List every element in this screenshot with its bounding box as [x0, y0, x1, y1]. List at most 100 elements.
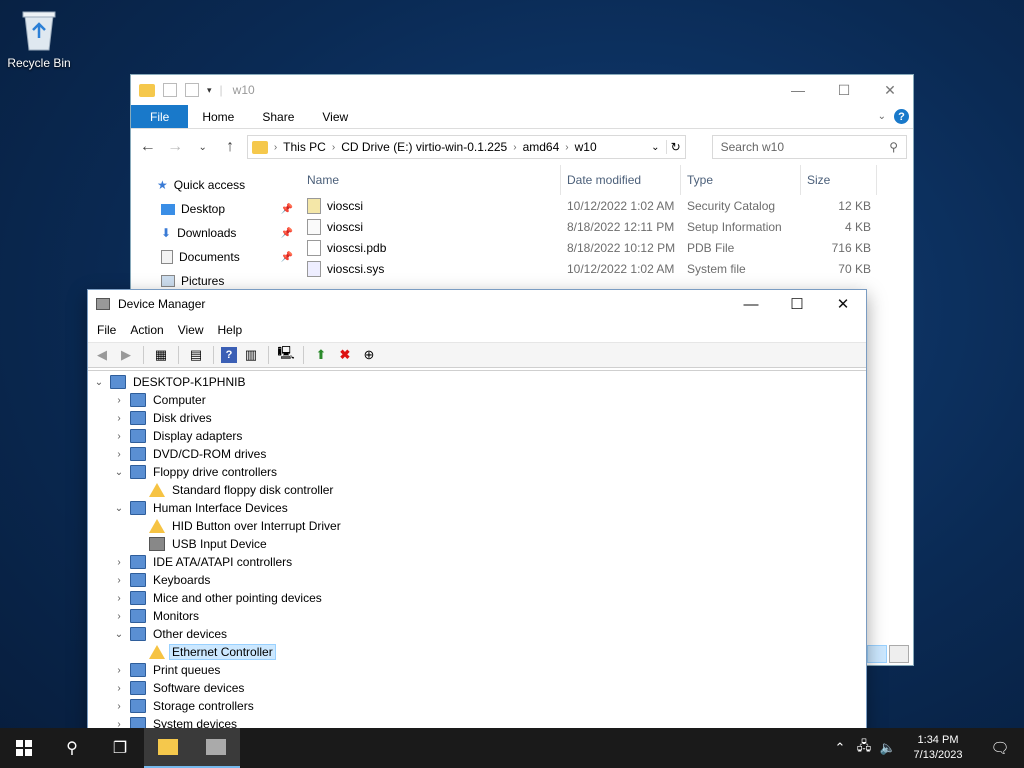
chevron-down-icon[interactable]: ⌄: [112, 467, 126, 478]
address-bar[interactable]: › This PC › CD Drive (E:) virtio-win-0.1…: [246, 135, 686, 159]
close-icon[interactable]: ✕: [820, 290, 866, 318]
volume-icon[interactable]: 🔈: [876, 740, 900, 756]
recycle-bin[interactable]: Recycle Bin: [6, 8, 72, 70]
search-input[interactable]: Search w10 ⚲: [711, 135, 908, 159]
chevron-right-icon[interactable]: ›: [112, 701, 126, 712]
network-icon[interactable]: 🖧: [852, 737, 876, 759]
clock[interactable]: 1:34 PM 7/13/2023: [900, 733, 976, 763]
tab-view[interactable]: View: [308, 105, 362, 128]
tree-root[interactable]: ⌄ DESKTOP-K1PHNIB: [88, 373, 866, 391]
chevron-right-icon[interactable]: ›: [112, 413, 126, 424]
tree-category[interactable]: › Display adapters: [88, 427, 866, 445]
tree-category[interactable]: › Disk drives: [88, 409, 866, 427]
column-name[interactable]: Name: [301, 165, 561, 195]
breadcrumb-w10[interactable]: w10: [575, 140, 597, 154]
device-manager-window[interactable]: Device Manager — ☐ ✕ File Action View He…: [87, 289, 867, 739]
show-hide-action-pane-icon[interactable]: ▥: [241, 345, 261, 365]
chevron-right-icon[interactable]: ›: [112, 575, 126, 586]
chevron-right-icon[interactable]: ›: [112, 683, 126, 694]
forward-icon[interactable]: →: [164, 138, 185, 156]
properties-icon[interactable]: [163, 83, 177, 97]
tree-category[interactable]: › Print queues: [88, 661, 866, 679]
expand-ribbon-icon[interactable]: ⌄: [878, 111, 886, 122]
chevron-right-icon[interactable]: ›: [112, 611, 126, 622]
help-icon[interactable]: ?: [894, 109, 909, 124]
tree-category[interactable]: ⌄ Human Interface Devices: [88, 499, 866, 517]
column-type[interactable]: Type: [681, 165, 801, 195]
recent-locations-icon[interactable]: ⌄: [192, 142, 213, 153]
nav-quick-access[interactable]: ★ Quick access: [131, 173, 301, 197]
file-row[interactable]: vioscsi.sys 10/12/2022 1:02 AM System fi…: [301, 258, 913, 279]
view-toggle-tiles-icon[interactable]: [889, 645, 909, 663]
properties-icon[interactable]: ▤: [186, 345, 206, 365]
task-view-button[interactable]: ❐: [96, 728, 144, 768]
chevron-right-icon[interactable]: ›: [112, 431, 126, 442]
show-hidden-icons-icon[interactable]: ⌃: [828, 740, 852, 756]
tree-device[interactable]: Ethernet Controller: [88, 643, 866, 661]
new-folder-icon[interactable]: [185, 83, 199, 97]
chevron-down-icon[interactable]: ⌄: [92, 377, 106, 388]
chevron-right-icon[interactable]: ›: [112, 449, 126, 460]
help-icon[interactable]: ?: [221, 347, 237, 363]
show-hide-console-tree-icon[interactable]: ▦: [151, 345, 171, 365]
quick-access-dropdown-icon[interactable]: ▾: [207, 85, 212, 96]
forward-icon[interactable]: ▶: [116, 345, 136, 365]
taskbar-file-explorer[interactable]: [144, 728, 192, 768]
search-button[interactable]: ⚲: [48, 728, 96, 768]
uninstall-device-icon[interactable]: ✖: [335, 345, 355, 365]
back-icon[interactable]: ←: [137, 138, 158, 156]
column-date-modified[interactable]: Date modified: [561, 165, 681, 195]
chevron-right-icon[interactable]: ›: [112, 665, 126, 676]
tree-device[interactable]: USB Input Device: [88, 535, 866, 553]
file-row[interactable]: vioscsi 10/12/2022 1:02 AM Security Cata…: [301, 195, 913, 216]
tab-home[interactable]: Home: [188, 105, 248, 128]
breadcrumb-this-pc[interactable]: This PC: [283, 140, 326, 154]
menu-view[interactable]: View: [171, 323, 211, 337]
nav-documents[interactable]: Documents 📌: [131, 245, 301, 269]
breadcrumb-cd-drive[interactable]: CD Drive (E:) virtio-win-0.1.225: [341, 140, 507, 154]
nav-desktop[interactable]: Desktop 📌: [131, 197, 301, 221]
tree-category[interactable]: › Software devices: [88, 679, 866, 697]
chevron-down-icon[interactable]: ⌄: [112, 629, 126, 640]
maximize-icon[interactable]: ☐: [821, 75, 867, 105]
tree-category[interactable]: ⌄ Other devices: [88, 625, 866, 643]
minimize-icon[interactable]: —: [728, 290, 774, 318]
chevron-right-icon[interactable]: ›: [112, 593, 126, 604]
menu-help[interactable]: Help: [211, 323, 250, 337]
tree-category[interactable]: › Storage controllers: [88, 697, 866, 715]
tree-category[interactable]: ⌄ Floppy drive controllers: [88, 463, 866, 481]
scan-hardware-changes-icon[interactable]: 🖳: [276, 345, 296, 365]
address-dropdown-icon[interactable]: ⌄: [651, 142, 659, 153]
minimize-icon[interactable]: —: [775, 75, 821, 105]
tree-category[interactable]: › Monitors: [88, 607, 866, 625]
tree-category[interactable]: › Keyboards: [88, 571, 866, 589]
chevron-down-icon[interactable]: ⌄: [112, 503, 126, 514]
tree-category[interactable]: › DVD/CD-ROM drives: [88, 445, 866, 463]
tab-file[interactable]: File: [131, 105, 189, 128]
column-size[interactable]: Size: [801, 165, 877, 195]
start-button[interactable]: [0, 728, 48, 768]
view-toggle-details-icon[interactable]: [867, 645, 887, 663]
menu-file[interactable]: File: [90, 323, 123, 337]
taskbar-device-manager[interactable]: [192, 728, 240, 768]
tree-category[interactable]: › Mice and other pointing devices: [88, 589, 866, 607]
tree-category[interactable]: › IDE ATA/ATAPI controllers: [88, 553, 866, 571]
maximize-icon[interactable]: ☐: [774, 290, 820, 318]
update-driver-icon[interactable]: ⬆: [311, 345, 331, 365]
chevron-right-icon[interactable]: ›: [112, 395, 126, 406]
breadcrumb-amd64[interactable]: amd64: [523, 140, 560, 154]
refresh-icon[interactable]: ↻: [665, 140, 685, 154]
file-row[interactable]: vioscsi.pdb 8/18/2022 10:12 PM PDB File …: [301, 237, 913, 258]
close-icon[interactable]: ✕: [867, 75, 913, 105]
back-icon[interactable]: ◀: [92, 345, 112, 365]
notifications-icon[interactable]: 🗨: [976, 739, 1024, 757]
tab-share[interactable]: Share: [248, 105, 308, 128]
tree-device[interactable]: Standard floppy disk controller: [88, 481, 866, 499]
chevron-right-icon[interactable]: ›: [112, 557, 126, 568]
tree-category[interactable]: › Computer: [88, 391, 866, 409]
up-icon[interactable]: ↑: [219, 138, 240, 156]
menu-action[interactable]: Action: [123, 323, 170, 337]
nav-downloads[interactable]: ⬇ Downloads 📌: [131, 221, 301, 245]
enable-device-icon[interactable]: ⊕: [359, 345, 379, 365]
tree-device[interactable]: HID Button over Interrupt Driver: [88, 517, 866, 535]
